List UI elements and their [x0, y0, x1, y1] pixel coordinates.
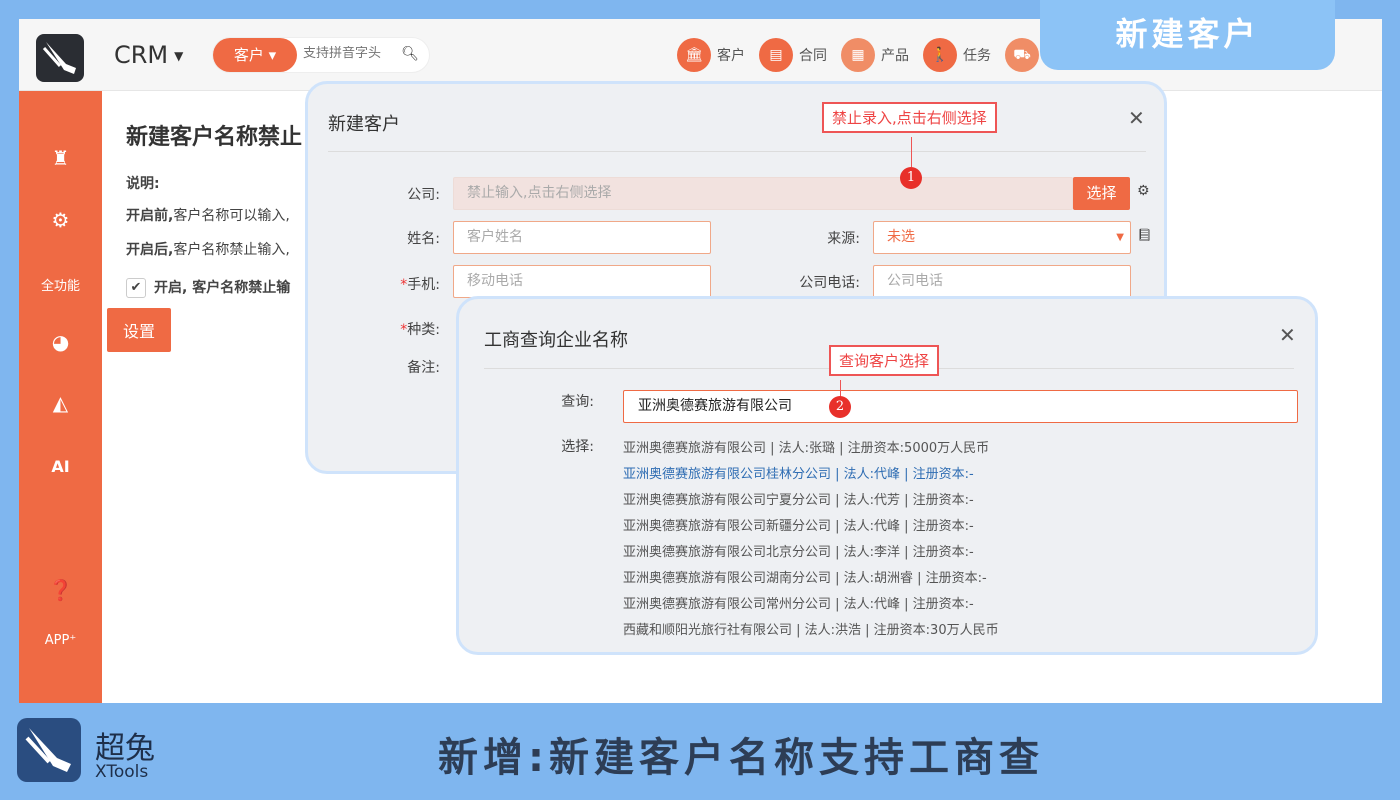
nav-product[interactable]: ▦ 产品	[841, 37, 909, 73]
company-phone-field[interactable]: 公司电话	[873, 265, 1131, 298]
set-button[interactable]: 设置	[107, 308, 171, 352]
company-phone-label: 公司电话:	[799, 275, 860, 291]
gears-icon[interactable]: ⚙	[19, 208, 102, 232]
search-input[interactable]	[303, 46, 393, 61]
enable-checkbox[interactable]: ✔	[126, 278, 146, 298]
grid-icon: ▦	[841, 38, 875, 72]
bank-icon: 🏛	[677, 38, 711, 72]
chevron-down-icon: ▼	[1116, 232, 1124, 243]
document-icon: ▤	[759, 38, 793, 72]
settings-content: 新建客户名称禁止 说明: 开启前,客户名称可以输入, 开启后,客户名称禁止输入,…	[126, 119, 302, 298]
divider	[328, 151, 1146, 152]
app-menu[interactable]: CRM ▼	[114, 41, 183, 69]
company-label: 公司:	[407, 187, 440, 203]
query-label: 查询:	[561, 394, 594, 410]
result-item[interactable]: 亚洲奥德赛旅游有限公司新疆分公司 | 法人:代峰 | 注册资本:-	[623, 514, 999, 540]
select-label: 选择:	[561, 439, 594, 455]
brand-name: 超兔	[95, 731, 155, 766]
xtools-logo-icon	[17, 718, 81, 782]
result-list: 亚洲奥德赛旅游有限公司 | 法人:张璐 | 注册资本:5000万人民币 亚洲奥德…	[623, 436, 999, 644]
type-label: 种类:	[407, 322, 440, 338]
source-value: 未选	[887, 229, 915, 245]
global-search[interactable]: 客户 ▾ 🔍︎	[212, 37, 430, 73]
result-item[interactable]: 西藏和顺阳光旅行社有限公司 | 法人:洪浩 | 注册资本:30万人民币	[623, 618, 999, 644]
result-item[interactable]: 亚洲奥德赛旅游有限公司湖南分公司 | 法人:胡洲睿 | 注册资本:-	[623, 566, 999, 592]
truck-icon: ⛟	[1005, 38, 1039, 72]
search-scope-label: 客户	[233, 46, 264, 64]
sidebar: ♜ ⚙ 全功能 ◕ ◭ AI ❓ APP⁺	[19, 91, 102, 703]
result-item[interactable]: 亚洲奥德赛旅游有限公司常州分公司 | 法人:代峰 | 注册资本:-	[623, 592, 999, 618]
result-item[interactable]: 亚洲奥德赛旅游有限公司北京分公司 | 法人:李洋 | 注册资本:-	[623, 540, 999, 566]
nav-customer[interactable]: 🏛 客户	[677, 37, 745, 73]
name-field[interactable]: 客户姓名	[453, 221, 711, 254]
help-icon[interactable]: ❓	[19, 578, 102, 602]
sidebar-item-ai[interactable]: AI	[19, 457, 102, 476]
note-label: 说明:	[126, 176, 160, 192]
callout-query-select: 查询客户选择	[829, 345, 940, 376]
remark-label: 备注:	[407, 360, 440, 376]
gear-icon[interactable]: ⚙	[1137, 183, 1150, 199]
before-label: 开启前,	[126, 208, 174, 224]
book-icon[interactable]: 📘︎	[1137, 228, 1152, 242]
select-company-button[interactable]: 选择	[1073, 177, 1130, 210]
after-label: 开启后,	[126, 242, 174, 258]
feature-tag: 新建客户	[1040, 0, 1335, 70]
source-select[interactable]: 未选 ▼	[873, 221, 1131, 254]
query-input[interactable]: 亚洲奥德赛旅游有限公司	[623, 390, 1298, 423]
company-field: 禁止输入,点击右侧选择	[453, 177, 1073, 210]
close-icon[interactable]: ✕	[1279, 323, 1296, 347]
callout-disabled-input: 禁止录入,点击右侧选择	[822, 102, 997, 133]
before-text: 客户名称可以输入,	[173, 208, 290, 224]
page-title: 新建客户名称禁止	[126, 125, 303, 150]
business-lookup-dialog: 工商查询企业名称 ✕ 查询: 亚洲奥德赛旅游有限公司 选择: 亚洲奥德赛旅游有限…	[456, 296, 1318, 655]
enable-label: 开启, 客户名称禁止输	[154, 280, 291, 296]
nav-product-label: 产品	[881, 48, 909, 64]
app-logo-icon[interactable]	[36, 34, 84, 82]
search-scope-dropdown[interactable]: 客户 ▾	[213, 38, 297, 72]
search-icon[interactable]: 🔍︎	[401, 46, 419, 62]
result-item[interactable]: 亚洲奥德赛旅游有限公司宁夏分公司 | 法人:代芳 | 注册资本:-	[623, 488, 999, 514]
close-icon[interactable]: ✕	[1128, 106, 1145, 130]
after-text: 客户名称禁止输入,	[173, 242, 290, 258]
chevron-down-icon: ▼	[174, 49, 184, 63]
dashboard-icon[interactable]: ◕	[19, 330, 102, 354]
nav-contract-label: 合同	[799, 48, 827, 64]
name-label: 姓名:	[407, 231, 440, 247]
step-badge-1: 1	[900, 167, 922, 189]
dialog-title: 新建客户	[328, 114, 400, 135]
result-item[interactable]: 亚洲奥德赛旅游有限公司桂林分公司 | 法人:代峰 | 注册资本:-	[623, 462, 999, 488]
app-name: CRM	[114, 41, 169, 69]
nav-delivery[interactable]: ⛟	[1005, 37, 1039, 73]
sidebar-item-app[interactable]: APP⁺	[19, 633, 102, 648]
walker-icon: 🚶	[923, 38, 957, 72]
dialog-title: 工商查询企业名称	[484, 330, 628, 351]
feature-caption: 新增:新建客户名称支持工商查	[438, 735, 1044, 781]
callout-line	[911, 137, 912, 167]
mobile-field[interactable]: 移动电话	[453, 265, 711, 298]
brand-sub: XTools	[95, 762, 149, 782]
sidebar-item-all-features[interactable]: 全功能	[19, 275, 102, 294]
step-badge-2: 2	[829, 396, 851, 418]
castle-icon[interactable]: ♜	[19, 146, 102, 170]
area-chart-icon[interactable]: ◭	[19, 391, 102, 415]
mobile-label: 手机:	[407, 277, 440, 293]
source-label: 来源:	[827, 231, 860, 247]
top-nav: 🏛 客户 ▤ 合同 ▦ 产品 🚶 任务 ⛟	[677, 37, 1039, 73]
nav-task-label: 任务	[963, 48, 991, 64]
nav-task[interactable]: 🚶 任务	[923, 37, 991, 73]
result-item[interactable]: 亚洲奥德赛旅游有限公司 | 法人:张璐 | 注册资本:5000万人民币	[623, 436, 999, 462]
nav-customer-label: 客户	[717, 48, 745, 64]
nav-contract[interactable]: ▤ 合同	[759, 37, 827, 73]
